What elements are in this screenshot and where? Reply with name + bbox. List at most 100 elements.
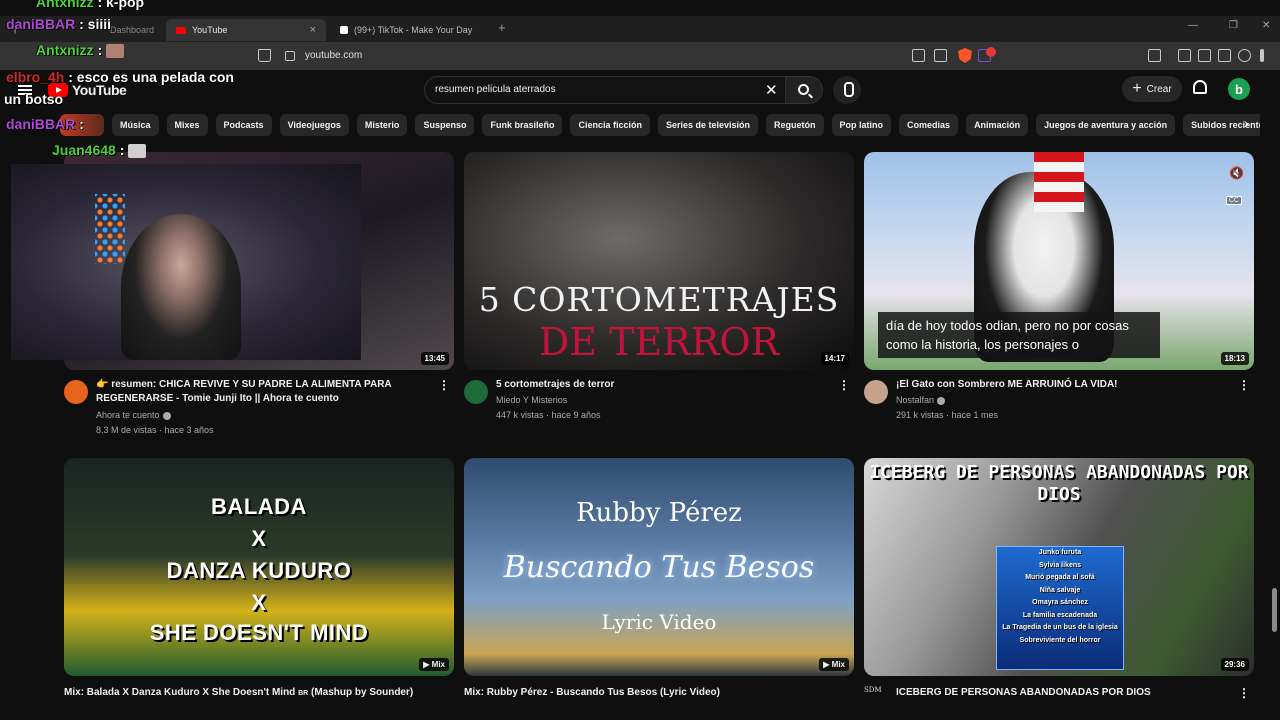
video-card[interactable]: BALADA X DANZA KUDURO X SHE DOESN'T MIND… — [64, 458, 454, 720]
chevron-right-icon[interactable]: › — [1244, 115, 1249, 131]
url-field[interactable]: youtube.com — [305, 50, 362, 61]
video-title[interactable]: Mix: Balada X Danza Kuduro X She Doesn't… — [64, 686, 444, 701]
kebab-icon[interactable]: ⋮ — [1238, 378, 1250, 392]
tab-tiktok[interactable]: (99+) TikTok - Make Your Day — [330, 19, 490, 41]
chip[interactable]: Juegos de aventura y acción — [1036, 114, 1176, 136]
chip[interactable]: Suspenso — [415, 114, 475, 136]
clear-search-icon[interactable]: ✕ — [765, 81, 778, 99]
tiktok-favicon-icon — [340, 26, 348, 34]
video-title[interactable]: ICEBERG DE PERSONAS ABANDONADAS POR DIOS — [896, 686, 1236, 700]
chip[interactable]: Comedias — [899, 114, 959, 136]
create-button[interactable]: + Crear — [1122, 76, 1182, 102]
video-thumbnail[interactable]: 5 CORTOMETRAJES DE TERROR 14:17 — [464, 152, 854, 370]
sidebar-icon[interactable] — [1178, 49, 1191, 62]
mic-icon[interactable] — [833, 76, 861, 104]
share-icon[interactable] — [934, 49, 947, 62]
kebab-icon[interactable]: ⋮ — [438, 378, 450, 392]
thumbnail-text: SHE DOESN'T MIND — [149, 620, 369, 645]
menu-icon[interactable] — [1260, 49, 1264, 62]
tab-youtube[interactable]: YouTube × — [166, 19, 326, 41]
video-stats: 291 k vistas · hace 1 mes — [896, 410, 999, 420]
maximize-icon[interactable]: ❐ — [1229, 20, 1238, 31]
mix-badge: ▶ Mix — [819, 658, 849, 671]
video-thumbnail[interactable]: 🔇 CC día de hoy todos odian, pero no por… — [864, 152, 1254, 370]
chip[interactable]: Pop latino — [831, 114, 892, 136]
video-title-line: REGENERARSE - Tomie Junji Ito || Ahora t… — [96, 393, 339, 404]
chip[interactable]: Series de televisión — [658, 114, 759, 136]
chat-text: : esco es una pelada con — [68, 69, 234, 85]
video-title[interactable]: 👉 resumen: CHICA REVIVE Y SU PADRE LA AL… — [96, 378, 436, 406]
chip[interactable]: Misterio — [356, 114, 408, 136]
extensions-icon[interactable] — [1148, 49, 1161, 62]
fairy-lights — [95, 194, 125, 264]
channel-name[interactable]: Nostalfan — [896, 393, 946, 407]
close-window-icon[interactable]: ✕ — [1262, 20, 1270, 31]
bell-icon[interactable] — [1193, 80, 1207, 94]
video-card[interactable]: ICEBERG DE PERSONAS ABANDONADAS POR DIOS… — [864, 458, 1254, 720]
kebab-icon[interactable]: ⋮ — [838, 378, 850, 392]
chat-text: : k-pop — [97, 0, 145, 10]
page-scrollbar[interactable] — [1272, 588, 1277, 632]
channel-avatar[interactable]: SDM — [864, 686, 884, 702]
chip[interactable]: Mixes — [166, 114, 208, 136]
video-card[interactable]: Rubby Pérez Buscando Tus Besos Lyric Vid… — [464, 458, 854, 720]
mix-badge-label: Mix — [831, 660, 845, 669]
verified-icon — [937, 396, 946, 405]
webcam-overlay — [11, 164, 361, 360]
stream-screen: Dashboard YouTube × (99+) TikTok - Make … — [0, 0, 1280, 720]
channel-name[interactable]: Miedo Y Misterios — [496, 393, 567, 407]
chip[interactable]: Podcasts — [215, 114, 272, 136]
thumbnail-text: ICEBERG DE PERSONAS ABANDONADAS POR DIOS — [869, 462, 1249, 505]
channel-avatar[interactable] — [64, 380, 88, 404]
chip[interactable]: Funk brasileño — [482, 114, 563, 136]
video-thumbnail[interactable]: BALADA X DANZA KUDURO X SHE DOESN'T MIND… — [64, 458, 454, 676]
minimize-icon[interactable]: — — [1188, 20, 1198, 31]
video-card[interactable]: 🔇 CC día de hoy todos odian, pero no por… — [864, 152, 1254, 442]
chip[interactable]: Videojuegos — [279, 114, 349, 136]
video-title-text: (Mashup by Sounder) — [310, 687, 414, 698]
leo-icon[interactable] — [1218, 49, 1231, 62]
video-card[interactable]: 5 CORTOMETRAJES DE TERROR 14:17 5 cortom… — [464, 152, 854, 442]
cc-icon[interactable]: CC — [1225, 196, 1242, 205]
kebab-icon[interactable]: ⋮ — [1238, 686, 1250, 700]
chip[interactable]: Reguetón — [766, 114, 824, 136]
channel-name[interactable]: Ahora te cuento — [96, 408, 171, 422]
iceberg-list: Junko furuta Sylvia likens Murió pegada … — [996, 546, 1124, 670]
thumbnail-text: X — [251, 590, 267, 615]
chat-message: daniBBAR : — [6, 116, 84, 132]
brave-icon[interactable] — [958, 48, 972, 63]
mix-badge: ▶ Mix — [419, 658, 449, 671]
iceberg-item: Murió pegada al sofá — [1025, 574, 1095, 581]
channel-avatar[interactable] — [864, 380, 888, 404]
chip[interactable]: Música — [112, 114, 159, 136]
search-input[interactable]: resumen pelicula aterrados ✕ — [424, 76, 786, 104]
channel-avatar[interactable] — [464, 380, 488, 404]
browser-tab-bar: Dashboard YouTube × (99+) TikTok - Make … — [0, 16, 1280, 42]
chat-message: Antxnizz : k-pop — [4, 0, 144, 10]
video-title[interactable]: 5 cortometrajes de terror — [496, 378, 836, 392]
close-tab-icon[interactable]: × — [310, 24, 316, 36]
site-info-icon[interactable] — [285, 51, 295, 61]
thumbnail-text: Buscando Tus Besos — [503, 550, 815, 585]
chat-message: Juan4648 : — [4, 142, 147, 159]
chat-message: Antxnizz : — [6, 42, 125, 59]
video-title-line: 👉 resumen: CHICA REVIVE Y SU PADRE LA AL… — [96, 379, 392, 390]
chip[interactable]: Ciencia ficción — [570, 114, 650, 136]
search-button[interactable] — [785, 76, 823, 104]
chip[interactable]: Animación — [966, 114, 1029, 136]
address-bar: youtube.com — [0, 42, 1280, 70]
account-avatar[interactable]: b — [1228, 78, 1250, 100]
wallet-icon[interactable] — [1198, 49, 1211, 62]
thumbnail-text: Lyric Video — [601, 610, 717, 634]
bookmark-icon[interactable] — [258, 49, 271, 62]
mute-icon[interactable]: 🔇 — [1229, 166, 1244, 180]
plus-icon: + — [1132, 80, 1142, 97]
video-thumbnail[interactable]: Rubby Pérez Buscando Tus Besos Lyric Vid… — [464, 458, 854, 676]
video-title[interactable]: Mix: Rubby Pérez - Buscando Tus Besos (L… — [464, 686, 844, 700]
new-tab-button[interactable]: + — [498, 20, 506, 35]
video-title[interactable]: ¡El Gato con Sombrero ME ARRUINÓ LA VIDA… — [896, 378, 1236, 392]
cast-icon[interactable] — [912, 49, 925, 62]
vpn-icon[interactable] — [1238, 49, 1251, 62]
chat-user: Juan4648 — [52, 142, 116, 158]
video-thumbnail[interactable]: ICEBERG DE PERSONAS ABANDONADAS POR DIOS… — [864, 458, 1254, 676]
